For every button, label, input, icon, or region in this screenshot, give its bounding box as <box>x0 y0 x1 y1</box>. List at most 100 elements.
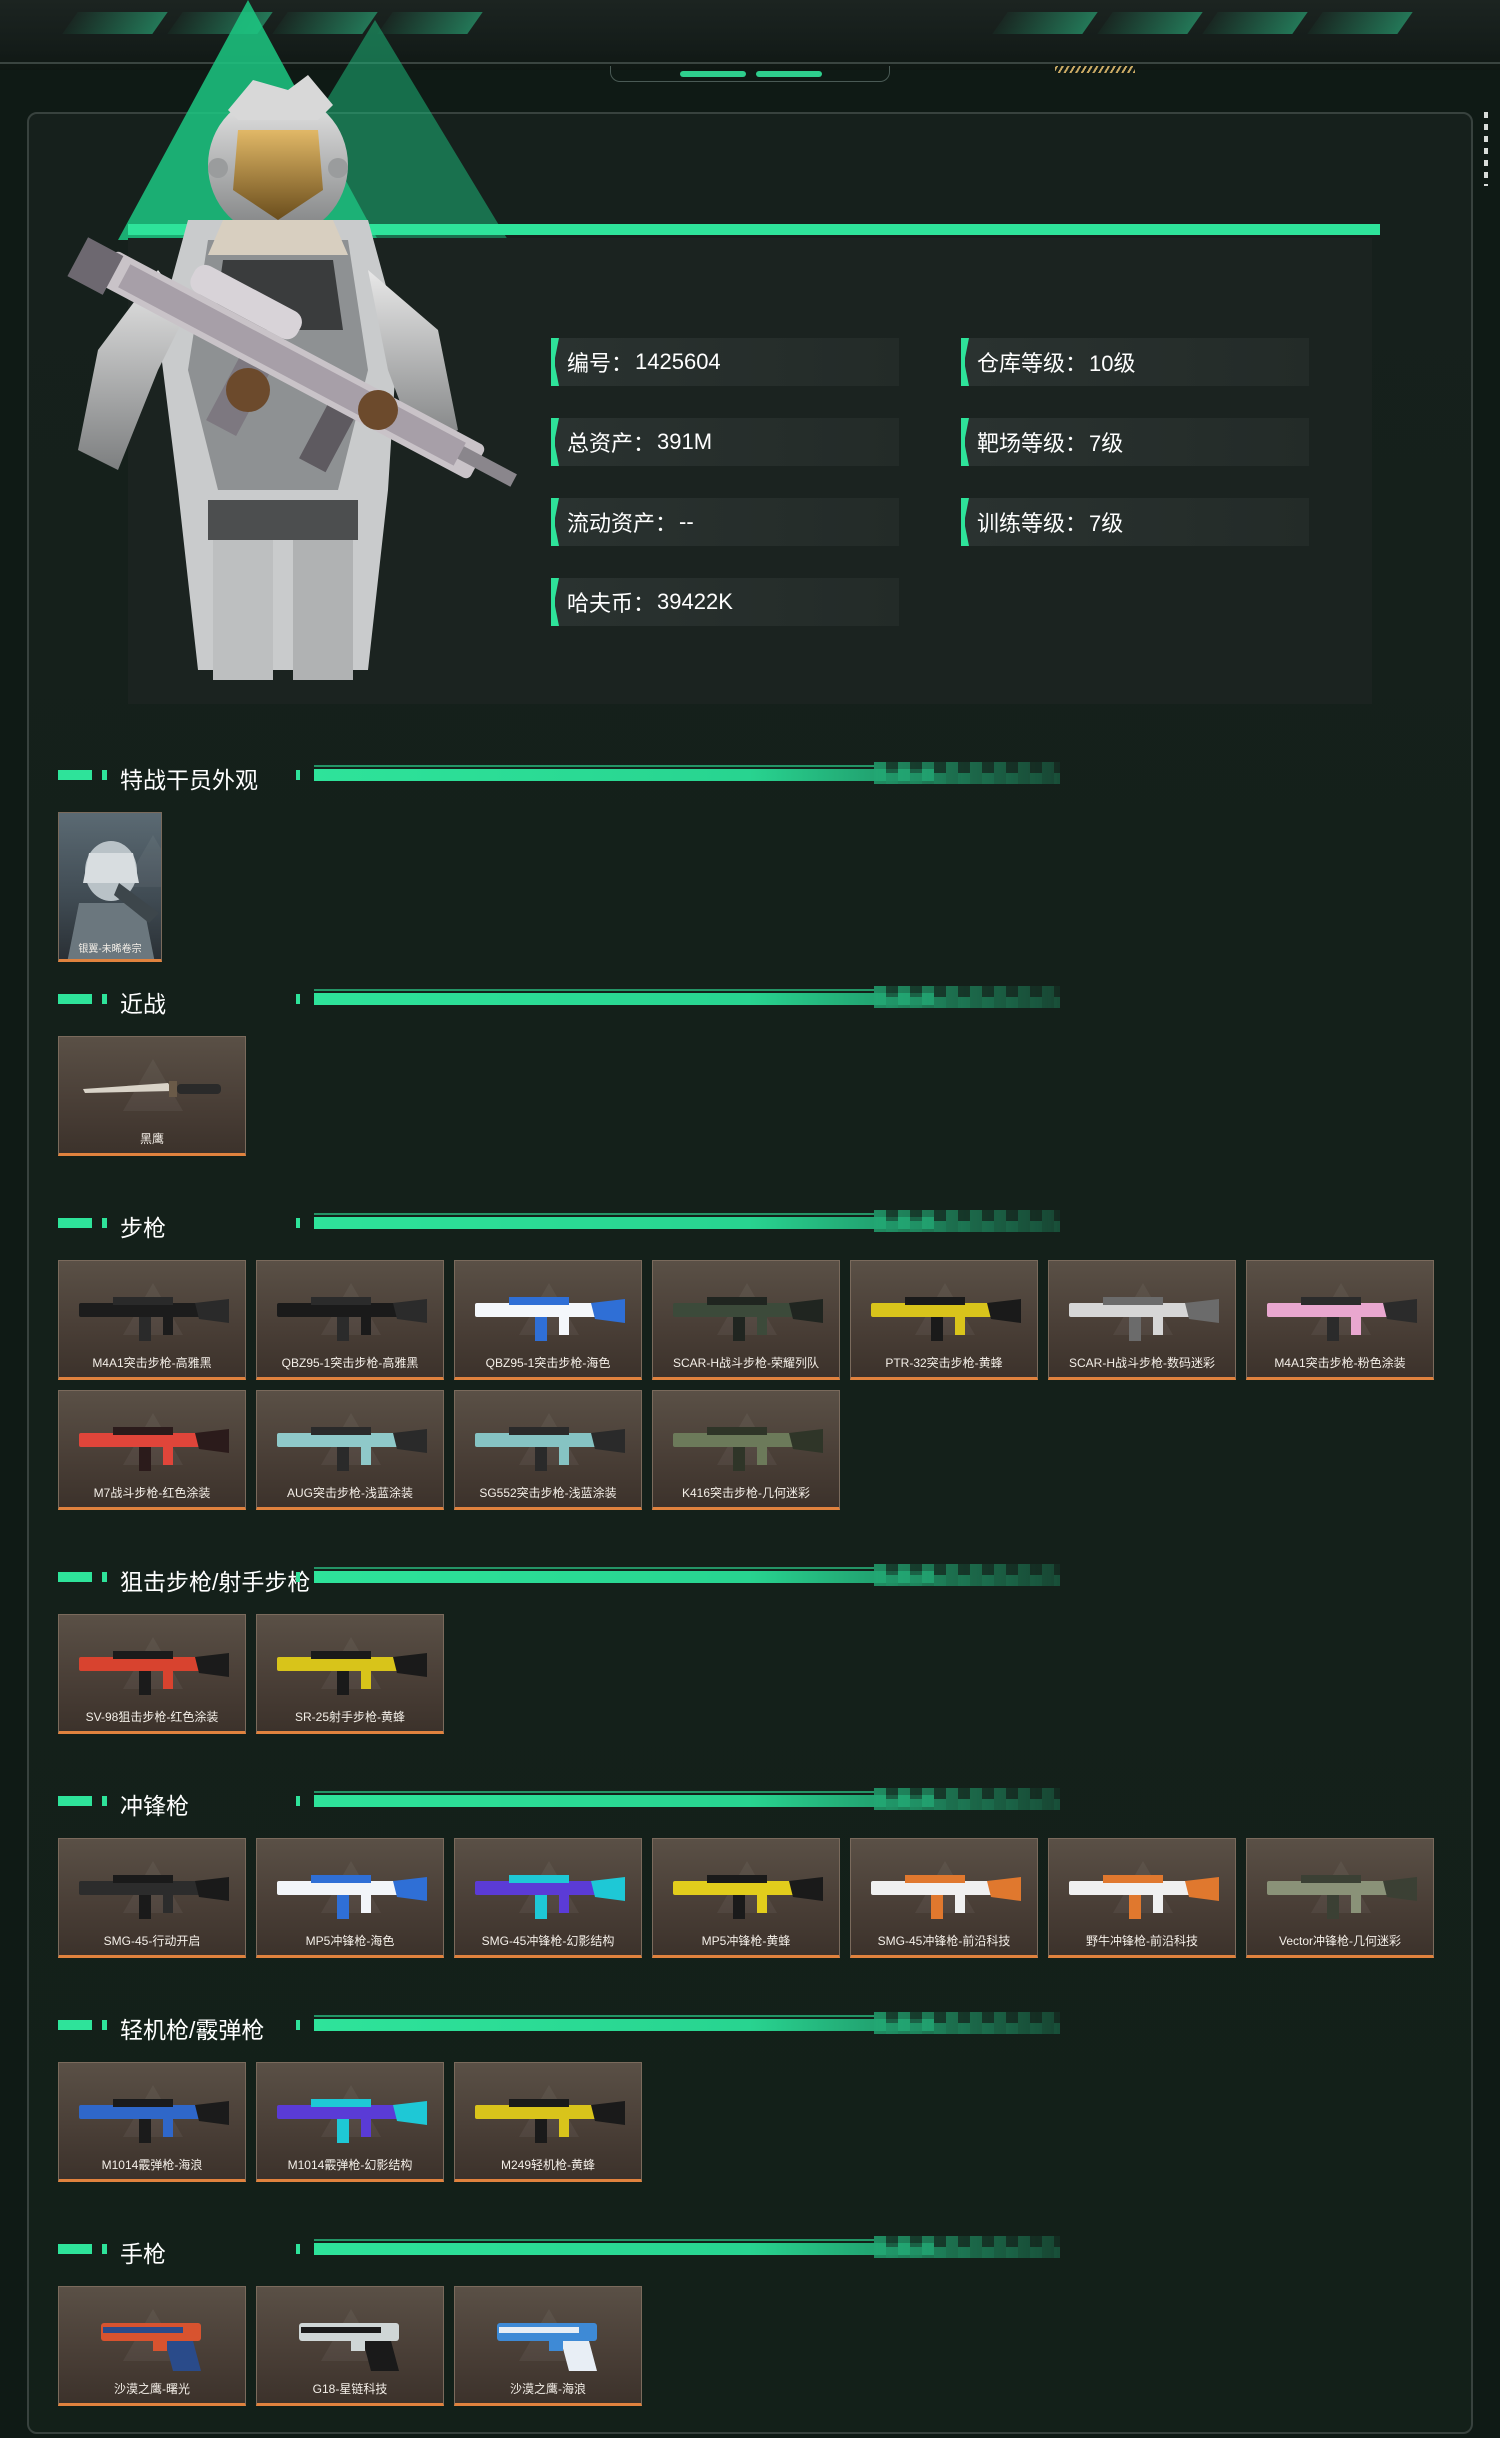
weapon-image <box>277 1875 427 1919</box>
item-name-label: SG552突击步枪-浅蓝涂装 <box>479 1486 617 1500</box>
weapon-card[interactable]: M7战斗步枪-红色涂装 <box>58 1390 246 1510</box>
weapon-card[interactable]: AUG突击步枪-浅蓝涂装 <box>256 1390 444 1510</box>
weapon-card[interactable]: MP5冲锋枪-黄蜂 <box>652 1838 840 1958</box>
item-name-label: SCAR-H战斗步枪-荣耀列队 <box>673 1356 819 1370</box>
weapon-image <box>497 2323 597 2371</box>
section-marker <box>58 994 92 1004</box>
section-checker-decoration <box>874 773 1060 784</box>
item-name-label: K416突击步枪-几何迷彩 <box>681 1486 811 1500</box>
section-header: 狙击步枪/射手步枪 <box>58 1560 1060 1596</box>
section-checker-decoration <box>874 997 1060 1008</box>
section-divider-line <box>314 1791 934 1807</box>
item-grid: 银翼-未晞卷宗 <box>58 812 1448 962</box>
weapon-card[interactable]: Vector冲锋枪-几何迷彩 <box>1246 1838 1434 1958</box>
weapon-image <box>871 1875 1021 1919</box>
top-slash-decoration <box>992 12 1098 34</box>
section-marker <box>102 1572 107 1582</box>
item-name-label: AUG突击步枪-浅蓝涂装 <box>286 1486 413 1500</box>
section-tick <box>296 2020 300 2030</box>
item-grid: M4A1突击步枪-高雅黑 QBZ95-1突击步枪-高雅黑 QBZ95-1突击步枪-海… <box>58 1260 1448 1510</box>
section-header: 近战 <box>58 982 1060 1018</box>
weapon-card[interactable]: QBZ95-1突击步枪-海色 <box>454 1260 642 1380</box>
item-grid: SMG-45-行动开启 MP5冲锋枪-海色 SMG-45冲锋枪-幻影结构 MP5冲锋枪… <box>58 1838 1448 1958</box>
section-marker <box>102 770 107 780</box>
weapon-card[interactable]: SMG-45冲锋枪-幻影结构 <box>454 1838 642 1958</box>
item-name-label: M7战斗步枪-红色涂装 <box>93 1486 211 1500</box>
section-title: 特战干员外观 <box>120 767 258 793</box>
weapon-card[interactable]: 沙漠之鹰-曙光 <box>58 2286 246 2406</box>
item-name-label: SV-98狙击步枪-红色涂装 <box>85 1710 219 1724</box>
section-marker <box>58 1218 92 1228</box>
info-label: 编号： <box>567 351 634 376</box>
top-center-frame <box>610 66 890 82</box>
operator-skin-card[interactable]: 银翼-未晞卷宗 <box>58 812 162 962</box>
section-header: 冲锋枪 <box>58 1784 1060 1820</box>
top-center-pill <box>756 71 822 77</box>
weapon-card[interactable]: SR-25射手步枪-黄蜂 <box>256 1614 444 1734</box>
info-field-id: 编号： 1425604 <box>551 338 899 386</box>
section-divider-line <box>314 1213 934 1229</box>
top-center-pill <box>680 71 746 77</box>
info-label: 靶场等级： <box>977 431 1088 456</box>
weapon-card[interactable]: QBZ95-1突击步枪-高雅黑 <box>256 1260 444 1380</box>
info-label: 仓库等级： <box>977 351 1088 376</box>
weapon-card[interactable]: SMG-45冲锋枪-前沿科技 <box>850 1838 1038 1958</box>
section-title: 狙击步枪/射手步枪 <box>120 1569 311 1595</box>
item-name-label: M4A1突击步枪-粉色涂装 <box>1274 1356 1406 1370</box>
weapon-card[interactable]: SMG-45-行动开启 <box>58 1838 246 1958</box>
weapon-card[interactable]: 沙漠之鹰-海浪 <box>454 2286 642 2406</box>
section-tick <box>296 1796 300 1806</box>
item-name-label: G18-星链科技 <box>312 2382 388 2396</box>
section-marker <box>58 1572 92 1582</box>
weapon-image <box>673 1297 823 1341</box>
item-grid: 沙漠之鹰-曙光 G18-星链科技 沙漠之鹰-海浪 <box>58 2286 1448 2406</box>
item-name-label: QBZ95-1突击步枪-高雅黑 <box>281 1356 419 1370</box>
weapon-image <box>673 1875 823 1919</box>
section-tick <box>296 1218 300 1228</box>
weapon-card[interactable]: K416突击步枪-几何迷彩 <box>652 1390 840 1510</box>
weapon-card[interactable]: SCAR-H战斗步枪-荣耀列队 <box>652 1260 840 1380</box>
section-title: 冲锋枪 <box>120 1793 189 1819</box>
scrollbar-handle[interactable] <box>1484 112 1488 186</box>
item-name-label: 野牛冲锋枪-前沿科技 <box>1086 1934 1198 1948</box>
weapon-card[interactable]: M1014霰弹枪-幻影结构 <box>256 2062 444 2182</box>
top-stripe-decoration <box>1055 66 1135 73</box>
info-label: 哈夫币： <box>567 591 656 616</box>
item-name-label: SCAR-H战斗步枪-数码迷彩 <box>1069 1356 1215 1370</box>
weapon-image <box>79 1297 229 1341</box>
weapon-card[interactable]: PTR-32突击步枪-黄蜂 <box>850 1260 1038 1380</box>
weapon-card[interactable]: 黑鹰 <box>58 1036 246 1156</box>
section-title: 步枪 <box>120 1215 166 1241</box>
item-name-label: 沙漠之鹰-海浪 <box>510 2382 586 2396</box>
info-field-range-level: 靶场等级： 7级 <box>961 418 1309 466</box>
section-marker <box>102 1796 107 1806</box>
section-header: 手枪 <box>58 2232 1060 2268</box>
section-divider-line <box>314 2015 934 2031</box>
weapon-image <box>1267 1875 1417 1919</box>
section-marker <box>102 2020 107 2030</box>
section-title: 轻机枪/霰弹枪 <box>120 2017 265 2043</box>
weapon-card[interactable]: MP5冲锋枪-海色 <box>256 1838 444 1958</box>
section-tick <box>296 2244 300 2254</box>
weapon-card[interactable]: M4A1突击步枪-高雅黑 <box>58 1260 246 1380</box>
weapon-card[interactable]: M4A1突击步枪-粉色涂装 <box>1246 1260 1434 1380</box>
weapon-image <box>1069 1875 1219 1919</box>
item-grid: 黑鹰 <box>58 1036 1448 1156</box>
info-value: 10级 <box>1089 351 1136 376</box>
weapon-card[interactable]: G18-星链科技 <box>256 2286 444 2406</box>
section-checker-decoration <box>874 2247 1060 2258</box>
weapon-card[interactable]: SV-98狙击步枪-红色涂装 <box>58 1614 246 1734</box>
weapon-card[interactable]: 野牛冲锋枪-前沿科技 <box>1048 1838 1236 1958</box>
weapon-image <box>475 1297 625 1341</box>
section-checker-decoration <box>874 1221 1060 1232</box>
item-name-label: SMG-45冲锋枪-幻影结构 <box>481 1934 615 1948</box>
section-marker <box>58 2244 92 2254</box>
weapon-card[interactable]: M1014霰弹枪-海浪 <box>58 2062 246 2182</box>
weapon-image <box>299 2323 399 2371</box>
operator-character-image <box>67 75 517 680</box>
weapon-card[interactable]: M249轻机枪-黄蜂 <box>454 2062 642 2182</box>
weapon-card[interactable]: SG552突击步枪-浅蓝涂装 <box>454 1390 642 1510</box>
weapon-card[interactable]: SCAR-H战斗步枪-数码迷彩 <box>1048 1260 1236 1380</box>
item-name-label: PTR-32突击步枪-黄蜂 <box>885 1356 1003 1370</box>
weapon-image <box>673 1427 823 1471</box>
